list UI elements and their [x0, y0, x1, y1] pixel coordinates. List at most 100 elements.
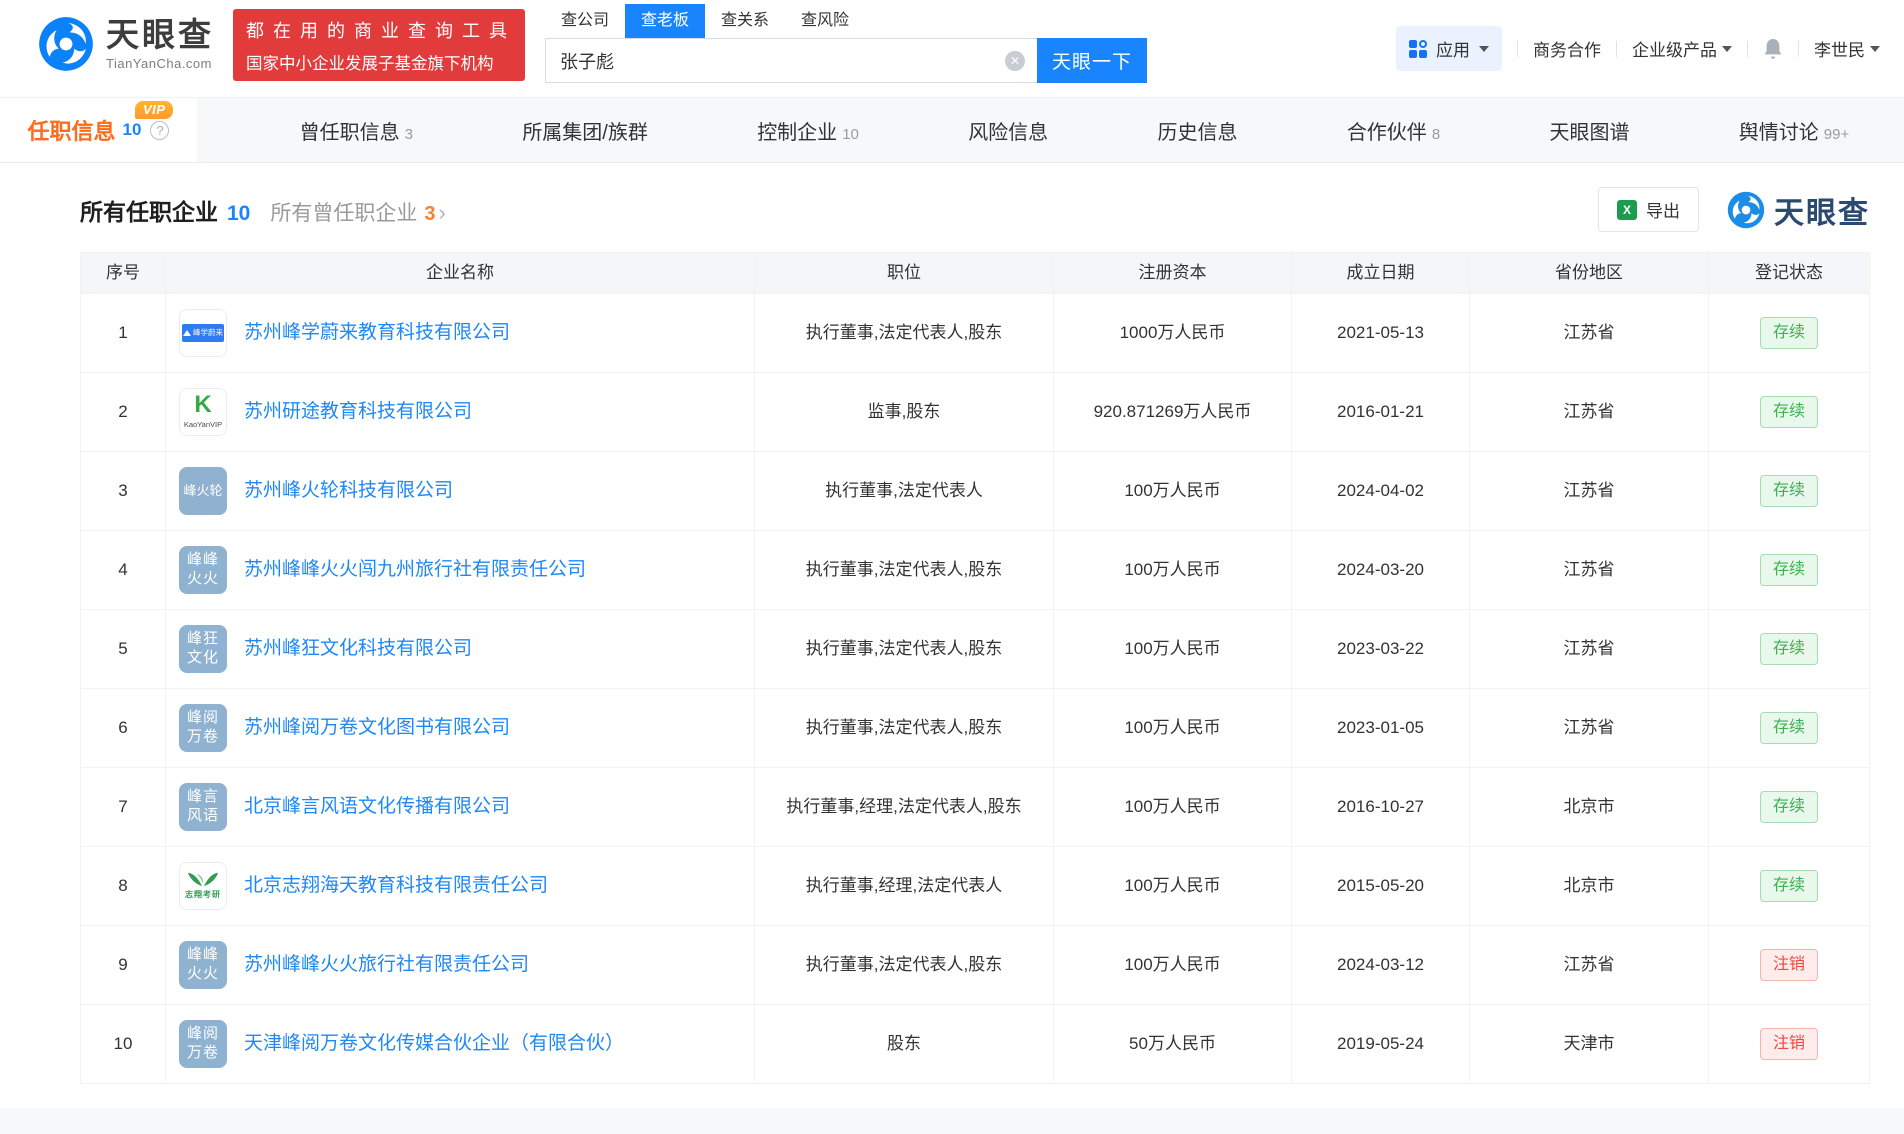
page-tab-bar: 任职信息 10 ? VIP 曾任职信息3 所属集团/族群 控制企业10 风险信息 历史信… — [0, 97, 1904, 163]
logo-text-line: 峰火轮 — [183, 483, 222, 499]
tab-renzhi-info[interactable]: 任职信息 10 ? VIP — [0, 98, 197, 162]
registered-capital-cell: 100万人民币 — [1054, 926, 1292, 1004]
table-row: 4峰峰火火苏州峰峰火火闯九州旅行社有限责任公司执行董事,法定代表人,股东100万… — [81, 530, 1869, 609]
vip-badge: VIP — [135, 101, 173, 119]
logo-text-line: 万卷 — [187, 728, 219, 747]
company-cell: 峰阅万卷天津峰阅万卷文化传媒合伙企业（有限合伙） — [166, 1005, 755, 1083]
company-cell: 峰峰火火苏州峰峰火火旅行社有限责任公司 — [166, 926, 755, 1004]
status-cell: 存续 — [1709, 768, 1869, 846]
registered-capital-cell: 100万人民币 — [1054, 768, 1292, 846]
position-cell: 股东 — [755, 1005, 1054, 1083]
divider — [1747, 41, 1748, 57]
status-cell: 注销 — [1709, 926, 1869, 1004]
registered-capital-cell: 100万人民币 — [1054, 452, 1292, 530]
page-tab-8[interactable]: 天眼图谱 — [1549, 116, 1629, 145]
column-header: 序号 — [81, 250, 166, 296]
logo-text-line: 峰峰 — [187, 946, 219, 965]
company-link[interactable]: 苏州峰狂文化科技有限公司 — [244, 634, 472, 663]
search-tab-3[interactable]: 查关系 — [705, 4, 785, 38]
province-cell: 江苏省 — [1470, 373, 1709, 451]
user-menu[interactable]: 李世民 — [1814, 36, 1880, 61]
status-badge: 注销 — [1760, 1028, 1818, 1059]
mountain-icon — [183, 330, 191, 336]
company-logo: 峰狂文化 — [179, 625, 227, 673]
company-link[interactable]: 天津峰阅万卷文化传媒合伙企业（有限合伙） — [244, 1029, 624, 1058]
status-badge: 存续 — [1760, 791, 1818, 822]
search-tab-2[interactable]: 查老板 — [625, 4, 705, 38]
logo-band: 峰学蔚来 — [182, 324, 224, 342]
search-input-wrap: ✕ — [545, 38, 1037, 83]
status-badge: 存续 — [1760, 870, 1818, 901]
search-button[interactable]: 天眼一下 — [1037, 38, 1147, 83]
company-logo: KKaoYanVIP — [179, 388, 227, 436]
row-number: 1 — [81, 294, 166, 372]
page-tab-6[interactable]: 历史信息 — [1158, 116, 1238, 145]
company-link[interactable]: 苏州峰峰火火闯九州旅行社有限责任公司 — [244, 555, 586, 584]
company-cell: 峰学蔚来 苏州峰学蔚来教育科技有限公司 — [166, 294, 755, 372]
page-tab-4[interactable]: 控制企业10 — [757, 116, 859, 145]
status-cell: 注销 — [1709, 1005, 1869, 1083]
table-row: 6峰阅万卷苏州峰阅万卷文化图书有限公司执行董事,法定代表人,股东100万人民币2… — [81, 688, 1869, 767]
status-badge: 存续 — [1760, 633, 1818, 664]
search-tab-1[interactable]: 查公司 — [545, 4, 625, 38]
row-number: 9 — [81, 926, 166, 1004]
company-cell: 峰峰火火苏州峰峰火火闯九州旅行社有限责任公司 — [166, 531, 755, 609]
table-row: 3峰火轮苏州峰火轮科技有限公司执行董事,法定代表人100万人民币2024-04-… — [81, 451, 1869, 530]
company-logo: 志翔考研 — [179, 862, 227, 910]
company-cell: 峰言风语北京峰言风语文化传播有限公司 — [166, 768, 755, 846]
clear-icon[interactable]: ✕ — [1005, 51, 1025, 71]
company-link[interactable]: 苏州峰学蔚来教育科技有限公司 — [244, 318, 510, 347]
established-date-cell: 2023-03-22 — [1292, 610, 1470, 688]
company-logo: 峰学蔚来 — [179, 309, 227, 357]
row-number: 5 — [81, 610, 166, 688]
wings-icon — [187, 871, 219, 888]
table-row: 8志翔考研北京志翔海天教育科技有限责任公司执行董事,经理,法定代表人100万人民… — [81, 846, 1869, 925]
table-row: 1峰学蔚来苏州峰学蔚来教育科技有限公司执行董事,法定代表人,股东1000万人民币… — [81, 293, 1869, 372]
promo-banner: 都 在 用 的 商 业 查 询 工 具 国家中小企业发展子基金旗下机构 — [233, 9, 525, 81]
company-link[interactable]: 苏州峰火轮科技有限公司 — [244, 476, 453, 505]
watermark-logo: 天眼查 — [1727, 188, 1870, 232]
established-date-cell: 2015-05-20 — [1292, 847, 1470, 925]
search-area: 查公司查老板查关系查风险 ✕ 天眼一下 — [545, 4, 1147, 83]
table-body: 1峰学蔚来苏州峰学蔚来教育科技有限公司执行董事,法定代表人,股东1000万人民币… — [81, 293, 1869, 1083]
position-cell: 执行董事,经理,法定代表人 — [755, 847, 1054, 925]
former-positions-link[interactable]: 所有曾任职企业3› — [270, 197, 445, 227]
search-tab-4[interactable]: 查风险 — [785, 4, 865, 38]
page-tab-3[interactable]: 所属集团/族群 — [522, 116, 648, 145]
province-cell: 江苏省 — [1470, 689, 1709, 767]
notification-bell-icon[interactable] — [1763, 38, 1783, 60]
company-link[interactable]: 苏州研途教育科技有限公司 — [244, 397, 472, 426]
export-button[interactable]: X 导出 — [1598, 187, 1699, 232]
column-header: 企业名称 — [166, 250, 755, 296]
logo-text-line: 火火 — [187, 570, 219, 589]
divider — [1616, 41, 1617, 57]
help-icon[interactable]: ? — [150, 121, 169, 140]
table-header-row: 序号企业名称职位注册资本成立日期省份地区登记状态 — [81, 253, 1869, 293]
company-cell: 峰阅万卷 苏州峰阅万卷文化图书有限公司 — [166, 689, 755, 767]
page-tab-7[interactable]: 合作伙伴8 — [1347, 116, 1440, 145]
company-link[interactable]: 苏州峰峰火火旅行社有限责任公司 — [244, 950, 529, 979]
divider — [1517, 41, 1518, 57]
page-tab-9[interactable]: 舆情讨论99+ — [1739, 116, 1849, 145]
enterprise-product-menu[interactable]: 企业级产品 — [1632, 36, 1732, 61]
company-link[interactable]: 北京志翔海天教育科技有限责任公司 — [244, 871, 548, 900]
column-header: 登记状态 — [1709, 250, 1869, 296]
established-date-cell: 2023-01-05 — [1292, 689, 1470, 767]
search-input[interactable] — [546, 39, 1037, 82]
site-logo[interactable]: 天眼查 TianYanCha.com — [38, 16, 214, 72]
active-tab-label: 任职信息 — [28, 114, 116, 146]
page-tab-5[interactable]: 风险信息 — [968, 116, 1048, 145]
registered-capital-cell: 100万人民币 — [1054, 531, 1292, 609]
tianyancha-swirl-icon — [38, 16, 94, 72]
registered-capital-cell: 100万人民币 — [1054, 847, 1292, 925]
company-link[interactable]: 北京峰言风语文化传播有限公司 — [244, 792, 510, 821]
status-cell: 存续 — [1709, 531, 1869, 609]
logo-text-line: 峰阅 — [187, 709, 219, 728]
apps-menu[interactable]: 应用 — [1396, 26, 1502, 71]
page-tab-2[interactable]: 曾任职信息3 — [300, 116, 413, 145]
other-tabs: 曾任职信息3 所属集团/族群 控制企业10 风险信息 历史信息 合作伙伴8 天眼图谱 舆情讨论… — [197, 98, 1904, 162]
company-link[interactable]: 苏州峰阅万卷文化图书有限公司 — [244, 713, 510, 742]
established-date-cell: 2024-03-12 — [1292, 926, 1470, 1004]
business-cooperation-link[interactable]: 商务合作 — [1533, 36, 1601, 61]
table-row: 2KKaoYanVIP苏州研途教育科技有限公司监事,股东920.871269万人… — [81, 372, 1869, 451]
